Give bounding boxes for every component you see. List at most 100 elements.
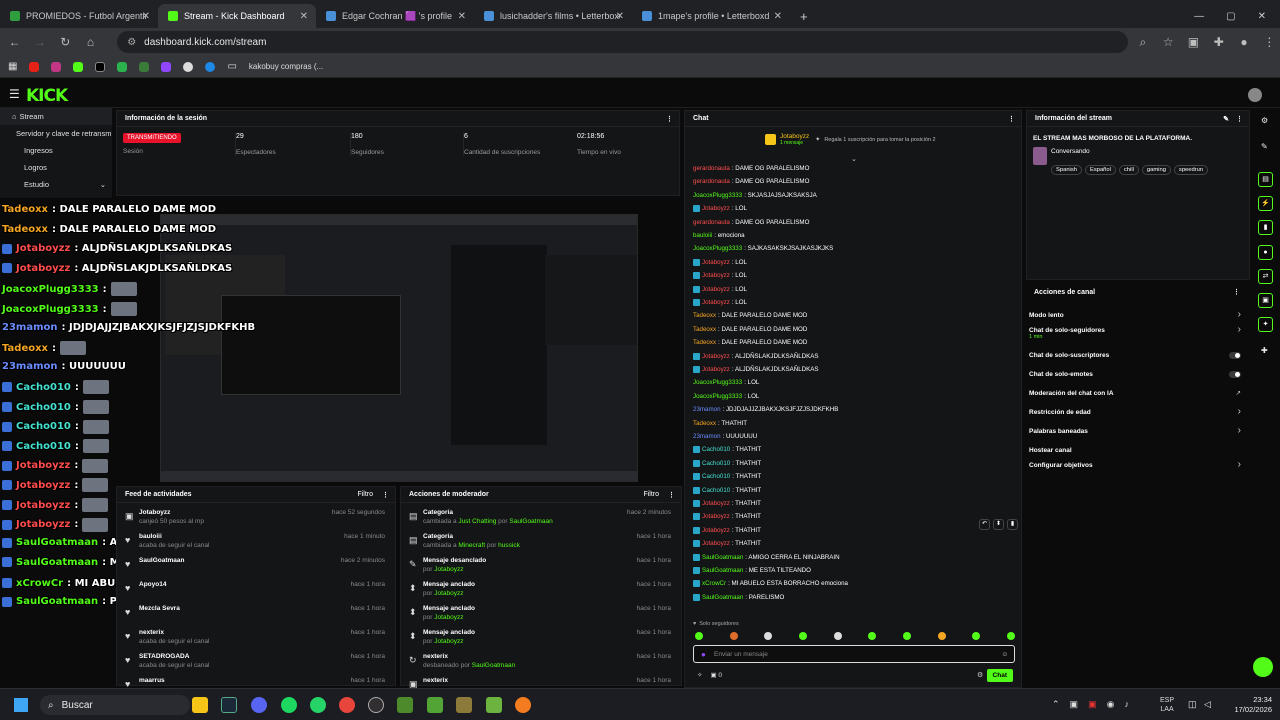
- bookmark-folder[interactable]: kakobuy compras (...: [249, 62, 323, 71]
- chat-message[interactable]: Cacho010: THATHIT: [693, 486, 761, 494]
- emote-icon[interactable]: [764, 632, 773, 640]
- chevron-right-icon[interactable]: ›: [1238, 406, 1241, 417]
- chat-username[interactable]: Cacho010: [702, 487, 730, 494]
- app-icon-9[interactable]: [427, 697, 443, 713]
- emote-icon[interactable]: [1006, 632, 1015, 640]
- chat-message[interactable]: gerardonauta: DAME OG PARALELISMO: [693, 219, 809, 226]
- add-action-icon[interactable]: ✚: [1261, 346, 1268, 355]
- tab-close-icon[interactable]: ✕: [616, 11, 624, 22]
- chat-username[interactable]: Jotaboyzz: [702, 500, 730, 507]
- kick-logo[interactable]: KICK: [26, 86, 68, 106]
- chevron-down-icon[interactable]: ⌄: [100, 180, 106, 189]
- chat-message[interactable]: Tadeoxx: DALE PARALELO DAME MOD: [693, 326, 807, 333]
- chat-message[interactable]: JoacoxPlugg3333: LOL: [693, 393, 759, 400]
- chat-username[interactable]: JoacoxPlugg3333: [693, 245, 742, 252]
- more-options-icon[interactable]: ⋮: [382, 491, 389, 499]
- chat-username[interactable]: Cacho010: [702, 473, 730, 480]
- chevron-right-icon[interactable]: ›: [1238, 309, 1241, 320]
- chat-username[interactable]: SaulGoatmaan: [702, 567, 743, 574]
- emoji-icon[interactable]: ☺: [1001, 651, 1008, 658]
- steam-icon[interactable]: [221, 697, 237, 713]
- channel-action-chat-de-solo-suscriptores[interactable]: Chat de solo-suscriptores: [1029, 352, 1245, 359]
- clock[interactable]: 23:34 17/02/2026: [1222, 695, 1272, 715]
- toggle-switch[interactable]: [1229, 371, 1241, 378]
- chat-message[interactable]: JoacoxPlugg3333: SAJKASAKSKJSAJKASJKJKS: [693, 245, 833, 252]
- tray-chevron-icon[interactable]: ⌃: [1052, 699, 1060, 710]
- maximize-icon[interactable]: ▢: [1226, 11, 1235, 22]
- chat-username[interactable]: Jotaboyzz: [702, 286, 730, 293]
- chat-username[interactable]: bauloiii: [693, 232, 712, 239]
- chat-message[interactable]: Tadeoxx: DALE PARALELO DAME MOD: [693, 339, 807, 346]
- emote-icon[interactable]: [902, 632, 911, 640]
- detail-highlight[interactable]: Minecraft: [458, 542, 485, 549]
- app-icon-10[interactable]: [456, 697, 472, 713]
- channel-action-palabras-baneadas[interactable]: Palabras baneadas ›: [1029, 425, 1245, 436]
- chevron-right-icon[interactable]: ›: [1238, 324, 1241, 335]
- app-icon-11[interactable]: [486, 697, 502, 713]
- chat-username[interactable]: gerardonauta: [693, 165, 730, 172]
- chat-message[interactable]: gerardonauta: DAME OG PARALELISMO: [693, 178, 809, 185]
- tools-icon[interactable]: ✦: [1258, 317, 1273, 332]
- forward-icon[interactable]: →: [29, 35, 50, 49]
- close-window-icon[interactable]: ✕: [1258, 11, 1266, 22]
- browser-tab[interactable]: PROMIEDOS - Futbol Argentin ✕: [0, 4, 158, 28]
- detail-by-user[interactable]: Jotaboyzz: [434, 638, 463, 645]
- detail-by-user[interactable]: hussick: [498, 542, 520, 549]
- browser-tab[interactable]: Edgar Cochran 🟪 's profile ✕: [316, 4, 474, 28]
- chat-username[interactable]: gerardonauta: [693, 219, 730, 226]
- detail-by-user[interactable]: SaulGoatmaan: [509, 518, 552, 525]
- send-chat-button[interactable]: Chat: [986, 669, 1013, 682]
- chat-message[interactable]: 23mamon: UUUUUUU: [693, 433, 757, 440]
- language-indicator[interactable]: ESP LAA: [1160, 696, 1174, 714]
- feed-username[interactable]: Jotaboyzz: [139, 509, 170, 516]
- chat-username[interactable]: gerardonauta: [693, 178, 730, 185]
- twitch-bookmark-icon[interactable]: [161, 61, 172, 72]
- tray-app-icon[interactable]: ▣: [1088, 699, 1097, 710]
- chat-message[interactable]: Cacho010: THATHIT: [693, 459, 761, 467]
- chat-message[interactable]: Jotaboyzz: THATHIT: [693, 500, 761, 507]
- chat-username[interactable]: JoacoxPlugg3333: [693, 393, 742, 400]
- channel-action-modo-lento[interactable]: Modo lento ›: [1029, 309, 1245, 320]
- profile-avatar[interactable]: ●: [1233, 35, 1254, 49]
- microphone-icon[interactable]: ♪: [1124, 699, 1129, 710]
- clip-icon[interactable]: ▤: [1258, 172, 1273, 187]
- pin-icon[interactable]: ⬍: [993, 519, 1004, 530]
- points-icon[interactable]: ✧: [697, 671, 702, 679]
- detail-highlight[interactable]: Just Chatting: [458, 518, 496, 525]
- chat-username[interactable]: Jotaboyzz: [702, 540, 730, 547]
- address-bar[interactable]: ⚙ dashboard.kick.com/stream: [117, 31, 1129, 53]
- browser-tab[interactable]: 1mape's profile • Letterboxd ✕: [632, 4, 790, 28]
- sidebar-item[interactable]: Estudio ⌄: [0, 176, 112, 193]
- sidebar-item[interactable]: Ingresos: [0, 142, 112, 159]
- chat-username[interactable]: Cacho010: [702, 460, 730, 467]
- tray-app-icon[interactable]: ▣: [1070, 699, 1079, 710]
- chevron-right-icon[interactable]: ›: [1238, 425, 1241, 436]
- detail-by-user[interactable]: Jotaboyzz: [434, 614, 463, 621]
- settings-icon[interactable]: ⚙: [1261, 116, 1268, 125]
- windows-start-icon[interactable]: [14, 698, 28, 712]
- tab-close-icon[interactable]: ✕: [142, 11, 150, 22]
- collapse-chevron-icon[interactable]: ⌄: [851, 155, 857, 163]
- chat-message[interactable]: Cacho010: THATHIT: [693, 473, 761, 481]
- chat-message[interactable]: xCrowCr: MI ABUELO ESTA BORRACHO emocion…: [693, 580, 848, 588]
- chat-username[interactable]: Jotaboyzz: [702, 205, 730, 212]
- youtube-bookmark-icon[interactable]: [29, 61, 40, 72]
- network-icon[interactable]: ◫: [1188, 699, 1197, 710]
- tab-close-icon[interactable]: ✕: [300, 11, 308, 22]
- user-avatar[interactable]: [1248, 88, 1262, 102]
- apps-grid-icon[interactable]: ▦: [8, 61, 17, 72]
- chat-message[interactable]: Jotaboyzz: ALJDÑSLAKJDLKSAÑLDKAS: [693, 366, 819, 373]
- more-options-icon[interactable]: ⋮: [668, 491, 675, 499]
- chat-username[interactable]: Jotaboyzz: [702, 272, 730, 279]
- chat-username[interactable]: Jotaboyzz: [702, 366, 730, 373]
- chat-username[interactable]: Tadeoxx: [693, 312, 716, 319]
- hamburger-menu-icon[interactable]: ☰: [9, 87, 20, 101]
- chat-settings-icon[interactable]: ⚙: [977, 671, 983, 679]
- chat-username[interactable]: Tadeoxx: [693, 420, 716, 427]
- detail-by-user[interactable]: SaulGoatmaan: [472, 662, 515, 669]
- lightning-icon[interactable]: ⚡: [1258, 196, 1273, 211]
- whatsapp-icon[interactable]: [310, 697, 326, 713]
- support-chat-button[interactable]: [1253, 657, 1273, 677]
- emote-icon[interactable]: [695, 632, 703, 640]
- emote-icon[interactable]: [798, 632, 807, 640]
